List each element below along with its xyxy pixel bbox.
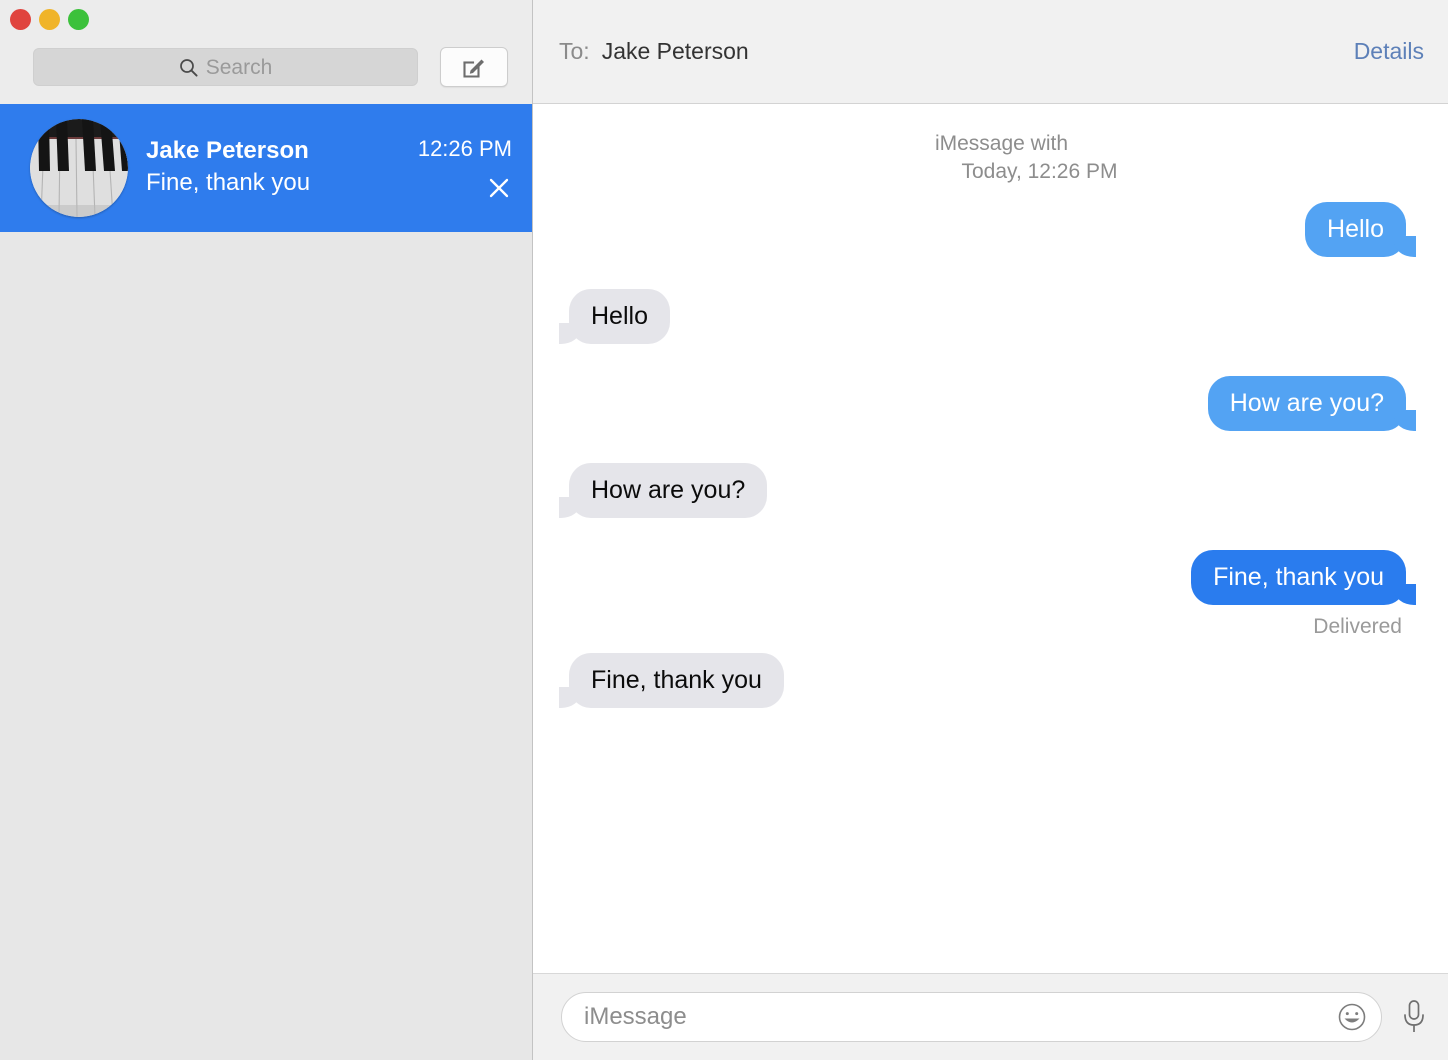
search-placeholder: Search (205, 55, 273, 79)
zoom-window-button[interactable] (68, 9, 89, 30)
thread-spacer (555, 267, 1426, 289)
conversation-time: 12:26 PM (417, 135, 512, 161)
thread-spacer (555, 354, 1426, 376)
message-thread[interactable]: iMessage with Today, 12:26 PM Hello Hell… (533, 104, 1448, 974)
conversation-pane: To: Jake Peterson Details iMessage with … (533, 0, 1448, 1060)
thread-meta-timestamp: Today, 12:26 PM (961, 159, 1118, 183)
close-window-button[interactable] (10, 9, 31, 30)
composer-bar: iMessage (533, 974, 1448, 1060)
message-bubble-sent[interactable]: Hello (1305, 201, 1416, 257)
thread-spacer (555, 441, 1426, 463)
message-bubble-received[interactable]: Hello (559, 288, 670, 344)
delivery-status: Delivered (1313, 614, 1402, 638)
thread-meta-service: iMessage with (934, 132, 1069, 155)
thread-spacer (555, 528, 1426, 550)
compose-message-button[interactable] (440, 47, 508, 87)
imessage-input[interactable]: iMessage (561, 992, 1382, 1042)
avatar (30, 119, 128, 217)
sidebar-toolbar: Search (0, 0, 532, 104)
messages-window: Search Jake Peterson Fine, thank you 12:… (0, 0, 1448, 1060)
search-icon (179, 58, 198, 77)
message-bubble-sent[interactable]: Fine, thank you (1191, 549, 1416, 605)
message-bubble-received[interactable]: Fine, thank you (559, 652, 784, 708)
thread-meta: iMessage with Today, 12:26 PM (555, 130, 1426, 186)
conversation-list-item[interactable]: Jake Peterson Fine, thank you 12:26 PM (0, 104, 532, 232)
compose-icon (461, 54, 487, 80)
conversation-list: Jake Peterson Fine, thank you 12:26 PM (0, 104, 532, 1060)
message-row: Fine, thank you (555, 549, 1426, 605)
search-input[interactable]: Search (33, 48, 418, 86)
conversation-preview: Fine, thank you (146, 168, 311, 196)
message-row: Fine, thank you (555, 652, 1426, 708)
message-row: How are you? (555, 375, 1426, 431)
microphone-icon[interactable] (1398, 997, 1430, 1037)
message-row: Hello (555, 201, 1426, 257)
message-row: How are you? (555, 462, 1426, 518)
traffic-lights (10, 9, 89, 30)
message-bubble-sent[interactable]: How are you? (1207, 375, 1417, 431)
sidebar: Search Jake Peterson Fine, thank you 12:… (0, 0, 533, 1060)
recipient-name[interactable]: Jake Peterson (602, 38, 1354, 65)
conversation-name: Jake Peterson (146, 136, 309, 164)
message-row: Hello (555, 288, 1426, 344)
minimize-window-button[interactable] (39, 9, 60, 30)
to-label: To: (559, 38, 590, 64)
imessage-placeholder: iMessage (584, 1003, 687, 1030)
details-button[interactable]: Details (1354, 38, 1424, 65)
message-bubble-received[interactable]: How are you? (558, 462, 768, 518)
smiley-icon[interactable] (1337, 1002, 1367, 1032)
close-icon[interactable] (486, 175, 512, 201)
conversation-header: To: Jake Peterson Details (533, 0, 1448, 104)
conversation-text: Jake Peterson Fine, thank you (146, 136, 392, 201)
conversation-meta: 12:26 PM (392, 135, 532, 202)
